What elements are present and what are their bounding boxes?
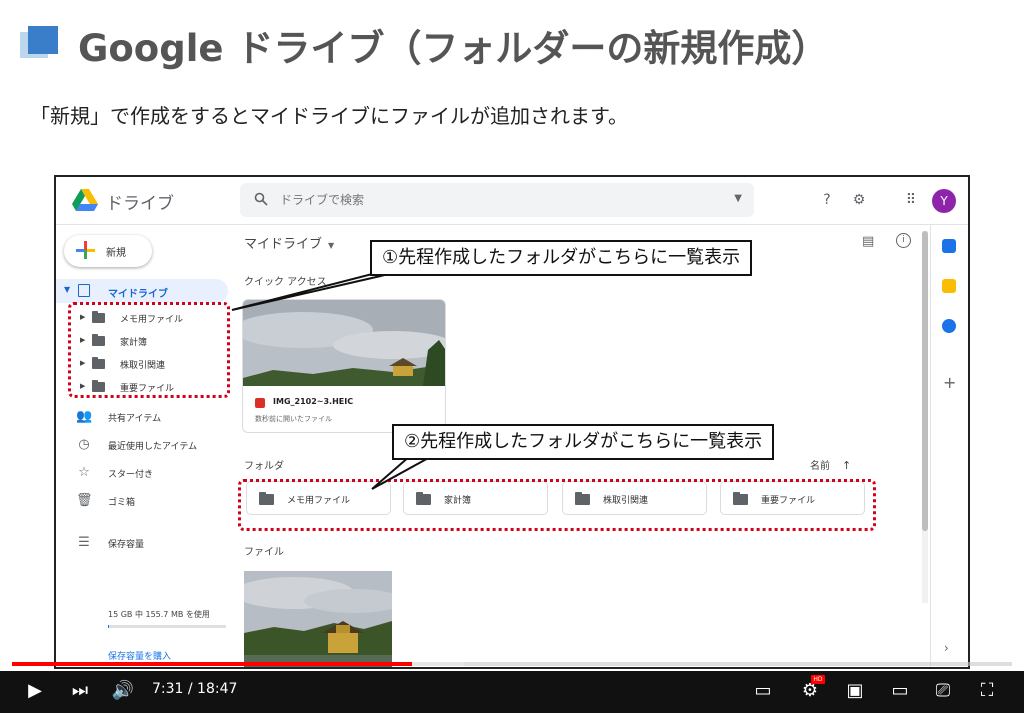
plus-icon <box>76 241 95 259</box>
next-icon[interactable]: ⏭ <box>68 680 92 702</box>
sidebar-item-label: 最近使用したアイテム <box>108 442 198 452</box>
volume-icon[interactable]: 🔊 <box>110 680 136 702</box>
arrow-up-icon[interactable]: ↑ <box>842 459 851 472</box>
tasks-icon[interactable] <box>942 319 956 333</box>
drive-logo-icon <box>72 189 98 211</box>
sidebar-item-trash[interactable]: 🗑 ゴミ箱 <box>56 491 228 511</box>
callout-two: ②先程作成したフォルダがこちらに一覧表示 <box>392 424 775 460</box>
info-icon[interactable]: i <box>896 233 911 248</box>
chevron-right-icon[interactable]: › <box>944 641 949 655</box>
slide-title: Google ドライブ（フォルダーの新規作成） <box>78 27 829 70</box>
settings-gear-icon[interactable]: ⚙ <box>850 191 868 209</box>
avatar[interactable]: Y <box>932 189 956 213</box>
search-options-icon[interactable]: ▼ <box>734 193 742 204</box>
breadcrumb[interactable]: マイドライブ ▼ <box>244 233 334 252</box>
clock-icon: ◷ <box>78 437 90 452</box>
folders-label: フォルダ <box>244 461 284 472</box>
drive-topbar: ドライブ ▼ ? ⚙ ⠿ Y <box>56 177 968 225</box>
video-time: 7:31 / 18:47 <box>152 681 238 697</box>
sidebar-item-storage[interactable]: ☰ 保存容量 <box>56 533 228 553</box>
hd-badge: HD <box>811 675 825 684</box>
sidebar-item-my-drive[interactable]: ▼ マイドライブ <box>56 279 228 303</box>
miniplayer-icon[interactable]: ▣ <box>842 680 868 702</box>
sort-by-name[interactable]: 名前 ↑ <box>810 457 851 472</box>
scrollbar-thumb[interactable] <box>922 231 928 531</box>
quick-access-label: クイック アクセス <box>244 277 327 288</box>
sidebar-item-label: 共有アイテム <box>108 414 162 424</box>
theater-mode-icon[interactable]: ▭ <box>886 680 914 702</box>
sidebar-item-shared[interactable]: 👥 共有アイテム <box>56 407 228 427</box>
title-square-icon <box>20 26 60 60</box>
search-bar[interactable]: ▼ <box>240 183 754 217</box>
keep-icon[interactable] <box>942 279 956 293</box>
sidebar-item-recent[interactable]: ◷ 最近使用したアイテム <box>56 435 228 455</box>
list-view-icon[interactable]: ▤ <box>862 234 874 249</box>
subtitles-icon[interactable]: ▭ <box>750 680 776 702</box>
buy-storage-link[interactable]: 保存容量を購入 <box>108 649 171 662</box>
photo-thumbnail <box>243 300 445 386</box>
side-panel: + › <box>930 225 968 667</box>
cast-icon[interactable]: ⎚ <box>930 680 956 702</box>
quick-access-card[interactable]: IMG_2102~3.HEIC 数秒前に開いたファイル <box>242 299 446 433</box>
sidebar-item-label: ゴミ箱 <box>108 498 136 508</box>
storage-list-icon: ☰ <box>78 535 90 550</box>
shared-people-icon: 👥 <box>76 409 93 424</box>
sidebar-item-label: マイドライブ <box>108 289 168 300</box>
new-button[interactable]: 新規 <box>64 235 152 267</box>
app-name: ドライブ <box>106 194 174 214</box>
help-icon[interactable]: ? <box>818 191 836 209</box>
files-label: ファイル <box>244 547 284 558</box>
slide-subtitle: 「新規」で作成をするとマイドライブにファイルが追加されます。 <box>30 104 628 128</box>
file-photo-thumbnail[interactable] <box>244 571 392 669</box>
expand-arrow-icon[interactable]: ▼ <box>64 285 70 294</box>
sidebar-item-label: 保存容量 <box>108 540 145 550</box>
slide-page: Google ドライブ（フォルダーの新規作成） 「新規」で作成をするとマイドライ… <box>0 0 1024 713</box>
star-icon: ☆ <box>78 465 90 480</box>
search-icon <box>254 192 268 206</box>
callout-one: ①先程作成したフォルダがこちらに一覧表示 <box>370 240 753 276</box>
quick-access-file-sub: 数秒前に開いたファイル <box>255 415 332 423</box>
highlight-folder-grid <box>238 479 876 531</box>
play-icon[interactable]: ▶ <box>24 680 46 702</box>
my-drive-icon <box>78 284 90 297</box>
chevron-down-icon: ▼ <box>328 241 335 250</box>
storage-usage-fill <box>108 625 110 628</box>
vertical-scrollbar[interactable] <box>922 231 928 603</box>
breadcrumb-label: マイドライブ <box>244 237 323 252</box>
fullscreen-icon[interactable]: ⛶ <box>974 680 1000 702</box>
calendar-icon[interactable] <box>942 239 956 253</box>
storage-usage-bar <box>108 625 226 628</box>
sidebar-item-starred[interactable]: ☆ スター付き <box>56 463 228 483</box>
highlight-sidebar-folders <box>68 302 230 398</box>
trash-icon: 🗑 <box>76 493 93 508</box>
apps-grid-icon[interactable]: ⠿ <box>902 191 920 209</box>
image-file-icon <box>255 398 265 408</box>
quick-access-file-name: IMG_2102~3.HEIC <box>273 397 354 406</box>
sidebar-item-label: スター付き <box>108 470 154 480</box>
drive-sidebar: 新規 ▼ マイドライブ ▶ メモ用ファイル ▶ 家計簿 ▶ 株取引関連 ▶ 重要… <box>56 225 232 667</box>
video-progress-fill[interactable] <box>12 662 412 666</box>
add-addon-icon[interactable]: + <box>943 373 956 392</box>
new-button-label: 新規 <box>106 248 126 259</box>
search-input[interactable] <box>280 191 700 209</box>
sort-label: 名前 <box>810 461 830 472</box>
storage-usage-text: 15 GB 中 155.7 MB を使用 <box>108 610 210 619</box>
